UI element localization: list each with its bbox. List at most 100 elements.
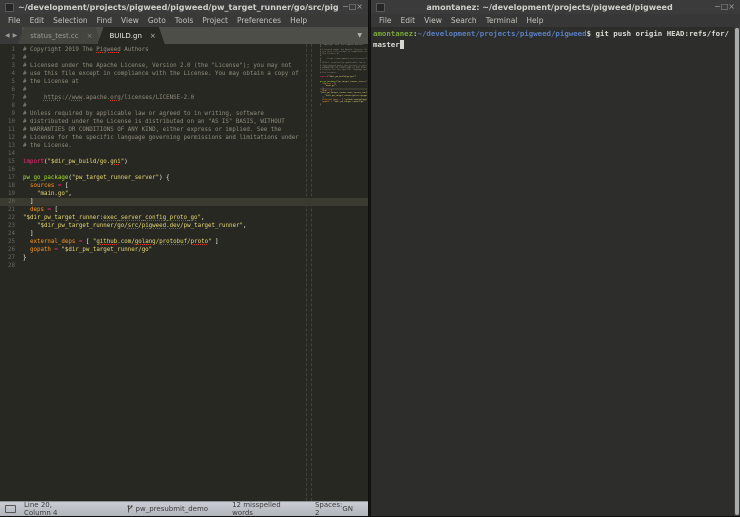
menu-edit[interactable]: Edit xyxy=(30,16,45,25)
prompt-separator: $ xyxy=(587,29,596,38)
menu-project[interactable]: Project xyxy=(202,16,228,25)
editor-pane[interactable]: 1# Copyright 2019 The Pigweed Authors2#3… xyxy=(0,44,368,501)
code-line: 25 external_deps = [ "github.com/golang/… xyxy=(0,238,368,246)
tab-nav-arrows: ◀ ▶ xyxy=(0,27,22,44)
sublime-titlebar[interactable]: ~/development/projects/pigweed/pigweed/p… xyxy=(0,0,368,14)
line-text: # Copyright 2019 The Pigweed Authors xyxy=(23,46,368,54)
code-line: 23 "$dir_pw_target_runner/go/src/pigweed… xyxy=(0,222,368,230)
line-number: 18 xyxy=(0,182,23,190)
menu-view[interactable]: View xyxy=(424,16,442,25)
git-branch[interactable]: pw_presubmit_demo xyxy=(127,505,209,514)
line-number: 21 xyxy=(0,206,23,214)
line-number: 8 xyxy=(0,102,23,110)
code-token: :// xyxy=(61,95,71,101)
terminal-menubar: File Edit View Search Terminal Help xyxy=(371,14,740,27)
code-token: /licenses/LICENSE-2.0 xyxy=(121,95,194,101)
menu-goto[interactable]: Goto xyxy=(148,16,166,25)
sublime-window-buttons: −□× xyxy=(342,0,363,14)
misspelled-count[interactable]: 12 misspelled words xyxy=(232,501,289,517)
vcs-status-icon[interactable] xyxy=(5,505,16,513)
line-text: # xyxy=(23,54,368,62)
code-line: 13# the License. xyxy=(0,142,368,150)
misspelled-word: src xyxy=(128,223,138,229)
menu-preferences[interactable]: Preferences xyxy=(237,16,281,25)
line-text xyxy=(23,150,368,158)
tab-back-icon[interactable]: ◀ xyxy=(5,32,10,39)
code-line: 27} xyxy=(0,254,368,262)
close-button[interactable]: × xyxy=(728,2,735,11)
terminal-scrollbar[interactable] xyxy=(734,27,740,516)
terminal-pane[interactable]: amontanez:~/development/projects/pigweed… xyxy=(371,27,740,516)
code-token: ) { xyxy=(159,175,169,181)
sublime-statusbar: Line 20, Column 4 pw_presubmit_demo 12 m… xyxy=(0,501,368,516)
code-token xyxy=(23,183,30,189)
line-text xyxy=(23,166,368,174)
misspelled-word: golang xyxy=(135,239,156,245)
terminal-titlebar[interactable]: amontanez: ~/development/projects/pigwee… xyxy=(371,0,740,14)
code-area[interactable]: 1# Copyright 2019 The Pigweed Authors2#3… xyxy=(0,46,368,270)
code-line: 22"$dir_pw_target_runner:exec_server_con… xyxy=(0,214,368,222)
minimap[interactable]: # Copyright 2019 The Pigweed Authors## L… xyxy=(320,44,367,501)
menu-tools[interactable]: Tools xyxy=(175,16,193,25)
terminal-scrollbar-thumb[interactable] xyxy=(735,28,739,515)
code-line: 20 ] xyxy=(0,198,368,206)
menu-help[interactable]: Help xyxy=(290,16,307,25)
menu-selection[interactable]: Selection xyxy=(53,16,88,25)
indent-setting[interactable]: Spaces: 2 xyxy=(315,501,342,517)
menu-search[interactable]: Search xyxy=(451,16,477,25)
tab-close-icon[interactable]: × xyxy=(87,32,93,40)
code-token: , xyxy=(201,215,205,221)
menu-edit[interactable]: Edit xyxy=(401,16,416,25)
tab-label: status_test.cc xyxy=(30,32,78,40)
menu-terminal[interactable]: Terminal xyxy=(486,16,518,25)
line-number: 13 xyxy=(0,142,23,150)
code-token: # Unless required by applicable law or a… xyxy=(23,111,264,117)
prompt-user: amontanez xyxy=(373,29,413,38)
code-line: 16 xyxy=(0,166,368,174)
minimize-button[interactable]: − xyxy=(714,2,721,11)
menu-file[interactable]: File xyxy=(8,16,21,25)
line-text: # xyxy=(23,102,368,110)
menu-help[interactable]: Help xyxy=(526,16,543,25)
tab-close-icon[interactable]: × xyxy=(150,32,156,40)
line-text: import("$dir_pw_build/go.gni") xyxy=(23,158,368,166)
line-text: external_deps = [ "github.com/golang/pro… xyxy=(23,238,368,246)
code-token xyxy=(23,223,37,229)
tab-overflow-icon[interactable]: ▼ xyxy=(351,32,368,39)
tab-status_test.cc[interactable]: status_test.cc × xyxy=(18,27,101,44)
menu-view[interactable]: View xyxy=(121,16,139,25)
misspelled-word: pigweed xyxy=(142,223,166,229)
tab-BUILD.gn[interactable]: BUILD.gn× xyxy=(98,27,165,44)
line-text: ] xyxy=(23,198,368,206)
line-number: 1 xyxy=(0,46,23,54)
line-text: # xyxy=(23,86,368,94)
terminal-window-title: amontanez: ~/development/projects/pigwee… xyxy=(389,3,710,12)
misspelled-word: https xyxy=(44,95,61,101)
syntax-mode[interactable]: GN xyxy=(342,505,353,513)
line-number: 22 xyxy=(0,214,23,222)
prompt-path: ~/development/projects/pigweed/pigweed xyxy=(418,29,587,38)
menu-find[interactable]: Find xyxy=(97,16,112,25)
line-text: # Unless required by applicable law or a… xyxy=(23,110,368,118)
git-branch-icon xyxy=(127,505,133,514)
minimize-button[interactable]: − xyxy=(342,2,349,11)
code-token: ] xyxy=(23,199,33,205)
line-text: "main.go", xyxy=(23,190,368,198)
line-number: 6 xyxy=(0,86,23,94)
code-token: external_deps xyxy=(30,239,75,245)
line-number: 14 xyxy=(0,150,23,158)
line-number: 28 xyxy=(0,262,23,270)
line-text: # https://www.apache.org/licenses/LICENS… xyxy=(23,94,368,102)
line-number: 10 xyxy=(0,118,23,126)
line-number: 26 xyxy=(0,246,23,254)
line-text: "$dir_pw_target_runner/go/src/pigweed.de… xyxy=(23,222,368,230)
tab-forward-icon[interactable]: ▶ xyxy=(13,32,18,39)
close-button[interactable]: × xyxy=(356,2,363,11)
code-token: # xyxy=(23,103,27,109)
menu-file[interactable]: File xyxy=(379,16,392,25)
code-token: # xyxy=(23,55,27,61)
code-token: "$dir_pw_build/go. xyxy=(47,159,110,165)
code-token: "pw_target_runner_server" xyxy=(72,175,159,181)
code-token: .com/ xyxy=(117,239,134,245)
code-line: 28 xyxy=(0,262,368,270)
